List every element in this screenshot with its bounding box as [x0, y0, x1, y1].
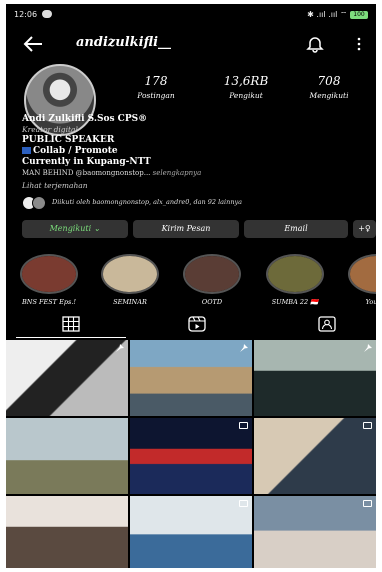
story-highlight[interactable]: BNS FEST Eps.! — [18, 254, 80, 306]
reels-tab-icon[interactable] — [188, 316, 206, 332]
post-thumbnail[interactable] — [254, 418, 376, 494]
following-count: 708 — [317, 74, 341, 88]
bio-name: Andi Zulkifli S.Sos CPS® — [22, 114, 148, 124]
profile-tabs — [6, 312, 376, 338]
status-bar: 12:06 ✱ .ııl .ııl ⌔ 100 — [6, 4, 376, 26]
highlight-label: Youtub — [365, 298, 376, 306]
status-icons: ✱ .ııl .ııl ⌔ 100 — [307, 10, 368, 20]
post-thumbnail[interactable] — [6, 418, 128, 494]
highlight-cover — [266, 254, 324, 294]
active-tab-indicator — [16, 337, 126, 338]
battery-icon: 100 — [350, 10, 368, 19]
following-label: Mengikuti — [309, 91, 349, 100]
flag-icon — [22, 147, 31, 154]
post-thumbnail[interactable] — [6, 496, 128, 568]
highlight-label: SUMBA 22 🇮🇩 — [271, 298, 319, 306]
post-thumbnail[interactable] — [130, 496, 252, 568]
back-arrow-icon[interactable] — [22, 34, 44, 54]
followers-count: 13,6RB — [223, 74, 269, 88]
see-more-link[interactable]: selengkapnya — [150, 169, 202, 177]
bio-line-1: PUBLIC SPEAKER — [22, 135, 115, 145]
followed-by-text: Diikuti oleh baomongnonstop, alx_andre0,… — [52, 198, 243, 206]
email-button[interactable]: Email — [244, 220, 348, 238]
notification-dot-icon — [42, 10, 52, 18]
carousel-icon — [239, 422, 248, 429]
top-bar: andizulkifli__ — [6, 26, 376, 62]
carousel-icon — [363, 500, 372, 507]
highlight-label: SEMINAR — [113, 298, 147, 306]
carousel-icon — [239, 500, 248, 507]
following-stat[interactable]: 708 Mengikuti — [294, 74, 364, 100]
pin-icon — [364, 344, 372, 352]
post-thumbnail[interactable] — [130, 418, 252, 494]
grid-tab-icon[interactable] — [62, 316, 80, 332]
status-time: 12:06 — [14, 10, 38, 19]
bio-category: Kreator digital — [22, 125, 78, 134]
highlight-cover — [20, 254, 78, 294]
pin-icon — [240, 344, 248, 352]
bio-line-3: Currently in Kupang-NTT — [22, 157, 151, 167]
bio-line-2: Collab / Promote — [22, 146, 118, 156]
bio-line-4: MAN BEHIND @baomongnonstop... selengkapn… — [22, 169, 201, 177]
highlight-cover — [101, 254, 159, 294]
add-user-button[interactable]: +♀ — [353, 220, 376, 238]
highlight-label: OOTD — [201, 298, 223, 306]
bio-mention-link[interactable]: @baomongnonstop... — [76, 169, 151, 177]
post-thumbnail[interactable] — [254, 340, 376, 416]
pin-icon — [116, 344, 124, 352]
post-thumbnail[interactable] — [254, 496, 376, 568]
send-message-button[interactable]: Kirim Pesan — [133, 220, 239, 238]
posts-count: 178 — [144, 74, 168, 88]
bio-line-4-prefix: MAN BEHIND — [22, 169, 76, 177]
profile-username: andizulkifli__ — [76, 35, 172, 50]
follower-avatar — [32, 196, 46, 210]
story-highlight[interactable]: OOTD — [181, 254, 243, 306]
following-button[interactable]: Mengikuti ⌄ — [22, 220, 128, 238]
tagged-tab-icon[interactable] — [318, 316, 336, 332]
followers-label: Pengikut — [229, 91, 263, 100]
story-highlight[interactable]: SEMINAR — [99, 254, 161, 306]
signal-icon: ✱ .ııl .ııl ⌔ — [307, 10, 348, 19]
phone-screen: 12:06 ✱ .ııl .ııl ⌔ 100 andizulkifli__ 1… — [6, 4, 376, 568]
bio-line-2-text: Collab / Promote — [33, 146, 118, 156]
posts-stat[interactable]: 178 Postingan — [121, 74, 191, 100]
story-highlight[interactable]: SUMBA 22 🇮🇩 — [264, 254, 326, 306]
carousel-icon — [363, 422, 372, 429]
highlight-cover — [348, 254, 376, 294]
post-thumbnail[interactable] — [6, 340, 128, 416]
bell-icon[interactable] — [306, 35, 324, 53]
see-translation-link[interactable]: Lihat terjemahan — [22, 181, 88, 190]
followers-stat[interactable]: 13,6RB Pengikut — [211, 74, 281, 100]
posts-label: Postingan — [137, 91, 175, 100]
more-options-icon[interactable] — [356, 36, 362, 52]
story-highlight[interactable]: Youtub — [346, 254, 376, 306]
highlight-cover — [183, 254, 241, 294]
post-thumbnail[interactable] — [130, 340, 252, 416]
highlight-label: BNS FEST Eps.! — [21, 298, 76, 306]
